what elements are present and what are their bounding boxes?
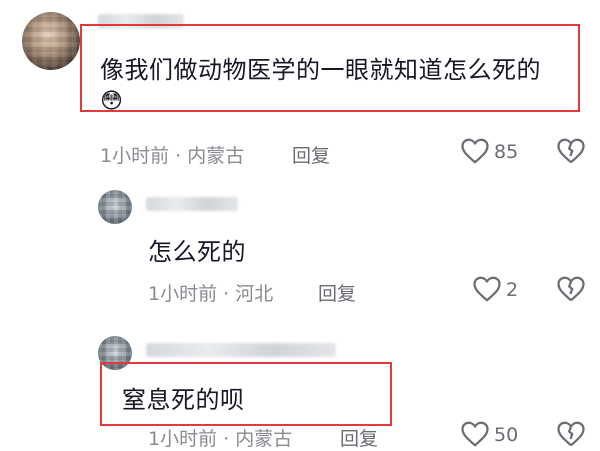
reply-button[interactable]: 回复 xyxy=(318,279,356,306)
comment-meta: 1小时前 · 内蒙古 xyxy=(100,145,245,167)
flushed-face-emoji: 😳 xyxy=(100,89,123,114)
reply-button[interactable]: 回复 xyxy=(340,424,378,451)
heart-icon[interactable] xyxy=(460,420,490,448)
reply-button[interactable]: 回复 xyxy=(292,141,330,168)
comment-meta: 1小时前 · 河北 xyxy=(148,283,274,305)
avatar[interactable] xyxy=(22,12,80,70)
broken-heart-icon[interactable] xyxy=(556,420,586,448)
heart-icon[interactable] xyxy=(460,137,490,165)
like-count: 2 xyxy=(506,279,519,301)
avatar[interactable] xyxy=(98,190,132,224)
heart-icon[interactable] xyxy=(472,275,502,303)
comment-text: 怎么死的 xyxy=(148,238,246,266)
comment-text: 像我们做动物医学的一眼就知道怎么死的 xyxy=(100,56,541,84)
comment-meta: 1小时前 · 内蒙古 xyxy=(148,428,293,450)
broken-heart-icon[interactable] xyxy=(556,275,586,303)
username-blurred[interactable] xyxy=(146,343,336,357)
like-count: 50 xyxy=(494,424,519,446)
broken-heart-icon[interactable] xyxy=(556,137,586,165)
username-blurred[interactable] xyxy=(146,197,238,211)
like-count: 85 xyxy=(494,141,519,163)
comment-text: 窒息死的呗 xyxy=(122,386,245,414)
